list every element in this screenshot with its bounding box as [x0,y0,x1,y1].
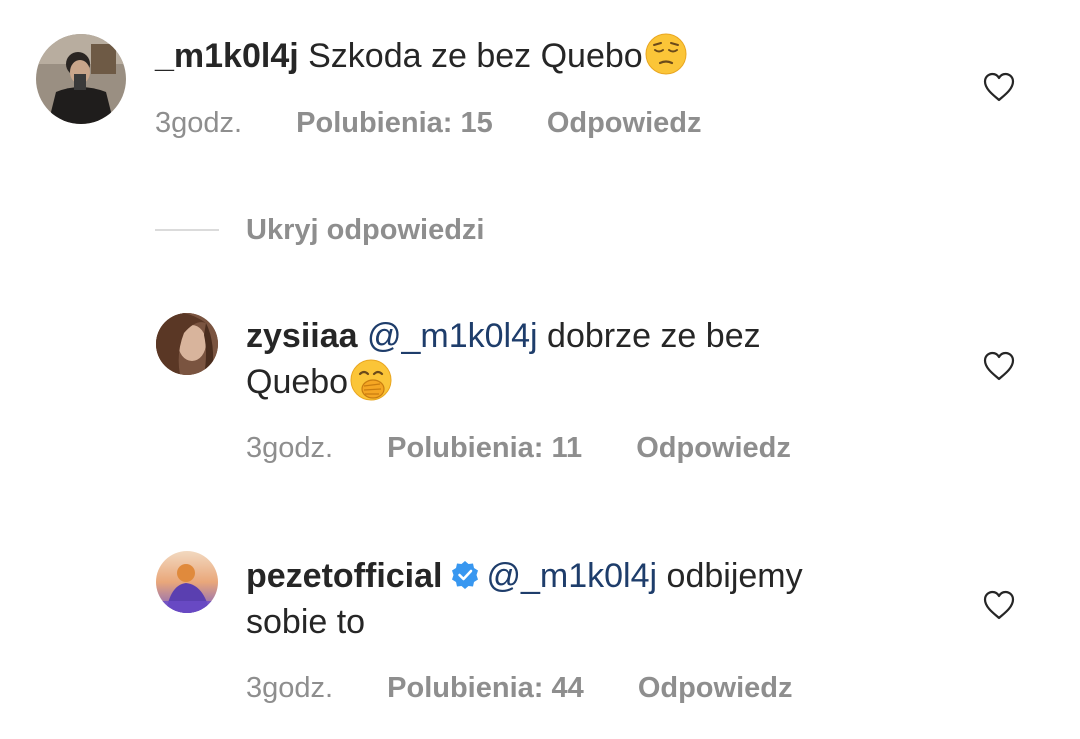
pensive-face-icon [645,33,687,75]
comment-body-line2: sobie to [246,603,366,641]
reply-button[interactable]: Odpowiedz [636,432,791,465]
comment-body-line1: dobrze ze bez [547,317,761,355]
mention-link[interactable]: @_m1k0l4j [486,557,657,595]
avatar-image [156,551,218,613]
username[interactable]: pezetofficial [246,557,442,595]
likes-count[interactable]: Polubienia: 11 [387,432,582,465]
reply-button[interactable]: Odpowiedz [547,107,702,140]
username[interactable]: _m1k0l4j [155,37,299,75]
mention-link[interactable]: @_m1k0l4j [367,317,538,355]
comment-text: zysiiaa @_m1k0l4j dobrze ze bez Quebo [246,313,946,405]
comment-meta: 3godz. Polubienia: 15 Odpowiedz [155,107,701,140]
avatar-image [156,313,218,375]
comment-meta: 3godz. Polubienia: 11 Odpowiedz [246,432,791,465]
comment-body-line1: odbijemy [666,557,803,595]
username[interactable]: zysiiaa [246,317,358,355]
avatar[interactable] [36,34,126,124]
heart-icon[interactable] [982,589,1016,621]
timestamp: 3godz. [246,432,334,464]
face-with-hand-over-mouth-icon [350,359,392,401]
comment-text: pezetofficial @_m1k0l4j odbijemy sobie t… [246,553,946,645]
divider-line [155,229,219,231]
timestamp: 3godz. [155,107,243,139]
heart-icon[interactable] [982,350,1016,382]
reply-button[interactable]: Odpowiedz [638,672,793,705]
heart-icon[interactable] [982,71,1016,103]
timestamp: 3godz. [246,672,334,704]
avatar-image [36,34,126,124]
comment-text: _m1k0l4j Szkoda ze bez Quebo [155,33,687,79]
avatar[interactable] [156,313,218,375]
verified-badge-icon [450,556,480,589]
avatar[interactable] [156,551,218,613]
comment-body: Szkoda ze bez Quebo [308,37,643,75]
comment-meta: 3godz. Polubienia: 44 Odpowiedz [246,672,792,705]
likes-count[interactable]: Polubienia: 44 [387,672,584,705]
comment-body-line2: Quebo [246,363,349,401]
hide-replies-label[interactable]: Ukryj odpowiedzi [246,210,484,250]
likes-count[interactable]: Polubienia: 15 [296,107,493,140]
